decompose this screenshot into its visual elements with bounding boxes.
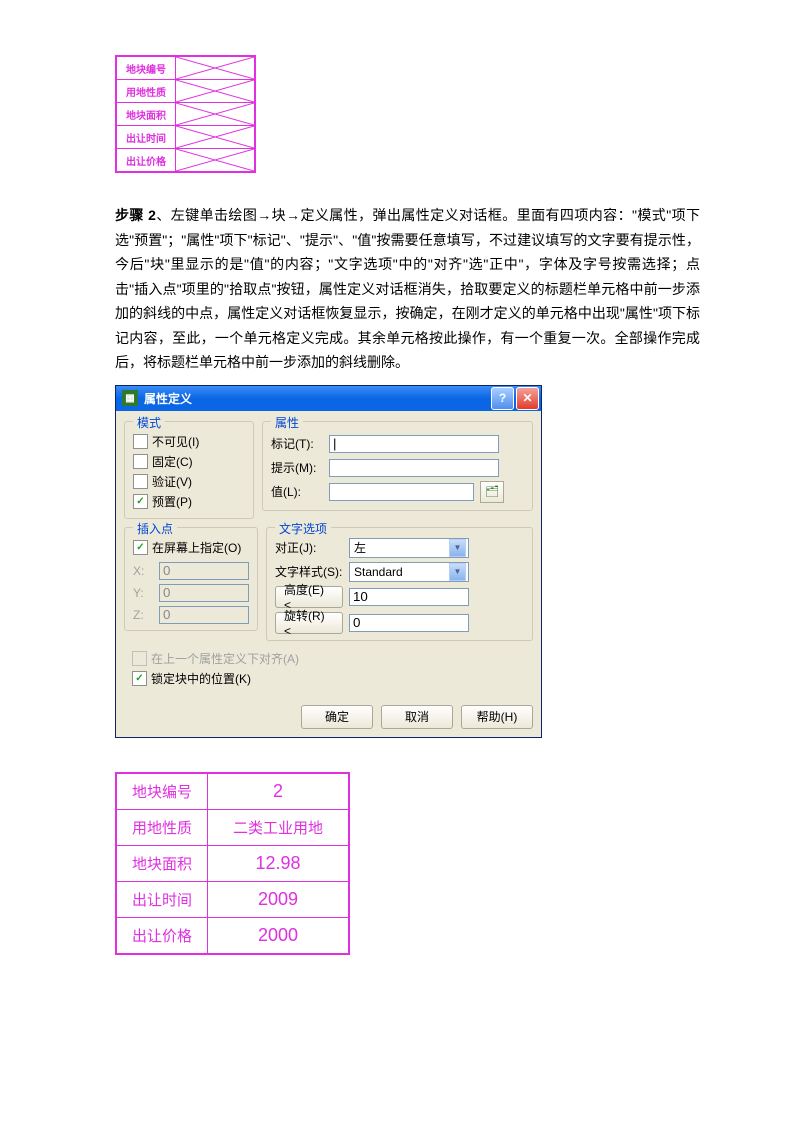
result-label: 出让价格 (117, 918, 208, 953)
onscreen-label: 在屏幕上指定(O) (152, 539, 241, 556)
titlebar[interactable]: ▦ 属性定义 ? ✕ (116, 386, 541, 411)
z-input (159, 606, 249, 624)
result-label: 地块面积 (117, 846, 208, 881)
align-below-label: 在上一个属性定义下对齐(A) (151, 650, 299, 667)
value-label: 值(L): (271, 483, 323, 500)
z-label: Z: (133, 608, 153, 622)
insertpoint-legend: 插入点 (133, 520, 177, 537)
titlebar-close-button[interactable]: ✕ (516, 387, 539, 410)
row-label: 用地性质 (117, 80, 176, 102)
constant-label: 固定(C) (152, 453, 193, 470)
y-label: Y: (133, 586, 153, 600)
textoptions-fieldset: 文字选项 对正(J): 左▼ 文字样式(S): Standard▼ 高度(E) … (266, 527, 533, 641)
result-label: 地块编号 (117, 774, 208, 809)
value-input[interactable] (329, 483, 474, 501)
height-input[interactable] (349, 588, 469, 606)
lock-position-label: 锁定块中的位置(K) (151, 670, 251, 687)
justify-label: 对正(J): (275, 539, 343, 556)
x-input (159, 562, 249, 580)
ok-button[interactable]: 确定 (301, 705, 373, 729)
dropdown-arrow-icon: ▼ (449, 563, 466, 581)
style-select[interactable]: Standard▼ (349, 562, 469, 582)
invisible-label: 不可见(I) (152, 433, 199, 450)
result-value: 2000 (208, 918, 348, 953)
top-preview-table: 地块编号 用地性质 地块面积 出让时间 出让价格 (115, 55, 256, 173)
attribute-legend: 属性 (271, 414, 303, 431)
dialog-title: 属性定义 (144, 390, 491, 407)
step-label: 步骤 2 (115, 207, 156, 223)
height-button[interactable]: 高度(E) < (275, 586, 343, 608)
textoptions-legend: 文字选项 (275, 520, 331, 537)
preset-label: 预置(P) (152, 493, 192, 510)
preset-checkbox[interactable]: ✓ (133, 494, 148, 509)
dialog-icon: ▦ (122, 390, 138, 406)
step-paragraph: 步骤 2、左键单击绘图→块→定义属性，弹出属性定义对话框。里面有四项内容："模式… (115, 203, 700, 375)
onscreen-checkbox[interactable]: ✓ (133, 540, 148, 555)
row-diag (176, 103, 254, 125)
value-browse-button[interactable]: 🗂 (480, 481, 504, 503)
rotation-input[interactable] (349, 614, 469, 632)
lock-position-checkbox[interactable]: ✓ (132, 671, 147, 686)
cancel-button[interactable]: 取消 (381, 705, 453, 729)
prompt-label: 提示(M): (271, 459, 323, 476)
invisible-checkbox[interactable] (133, 434, 148, 449)
result-value: 二类工业用地 (208, 810, 348, 845)
verify-checkbox[interactable] (133, 474, 148, 489)
tag-input[interactable] (329, 435, 499, 453)
result-value: 2009 (208, 882, 348, 917)
row-diag (176, 80, 254, 102)
insertpoint-fieldset: 插入点 ✓在屏幕上指定(O) X: Y: Z: (124, 527, 258, 631)
help-button[interactable]: 帮助(H) (461, 705, 533, 729)
row-label: 出让价格 (117, 149, 176, 171)
align-below-checkbox (132, 651, 147, 666)
row-label: 地块面积 (117, 103, 176, 125)
attribute-definition-dialog: ▦ 属性定义 ? ✕ 模式 不可见(I) 固定(C) 验证(V) ✓预置(P) … (115, 385, 542, 738)
row-diag (176, 149, 254, 171)
rotation-button[interactable]: 旋转(R) < (275, 612, 343, 634)
step-text: 、左键单击绘图→块→定义属性，弹出属性定义对话框。里面有四项内容："模式"项下选… (115, 207, 700, 370)
row-label: 地块编号 (117, 57, 176, 79)
mode-legend: 模式 (133, 414, 165, 431)
prompt-input[interactable] (329, 459, 499, 477)
y-input (159, 584, 249, 602)
tag-label: 标记(T): (271, 435, 323, 452)
result-value: 12.98 (208, 846, 348, 881)
result-table: 地块编号2 用地性质二类工业用地 地块面积12.98 出让时间2009 出让价格… (115, 772, 350, 955)
style-label: 文字样式(S): (275, 563, 343, 580)
dropdown-arrow-icon: ▼ (449, 539, 466, 557)
constant-checkbox[interactable] (133, 454, 148, 469)
mode-fieldset: 模式 不可见(I) 固定(C) 验证(V) ✓预置(P) (124, 421, 254, 519)
x-label: X: (133, 564, 153, 578)
result-value: 2 (208, 774, 348, 809)
attribute-fieldset: 属性 标记(T): 提示(M): 值(L):🗂 (262, 421, 533, 511)
row-label: 出让时间 (117, 126, 176, 148)
row-diag (176, 126, 254, 148)
titlebar-help-button[interactable]: ? (491, 387, 514, 410)
result-label: 出让时间 (117, 882, 208, 917)
justify-select[interactable]: 左▼ (349, 538, 469, 558)
result-label: 用地性质 (117, 810, 208, 845)
row-diag (176, 57, 254, 79)
verify-label: 验证(V) (152, 473, 192, 490)
